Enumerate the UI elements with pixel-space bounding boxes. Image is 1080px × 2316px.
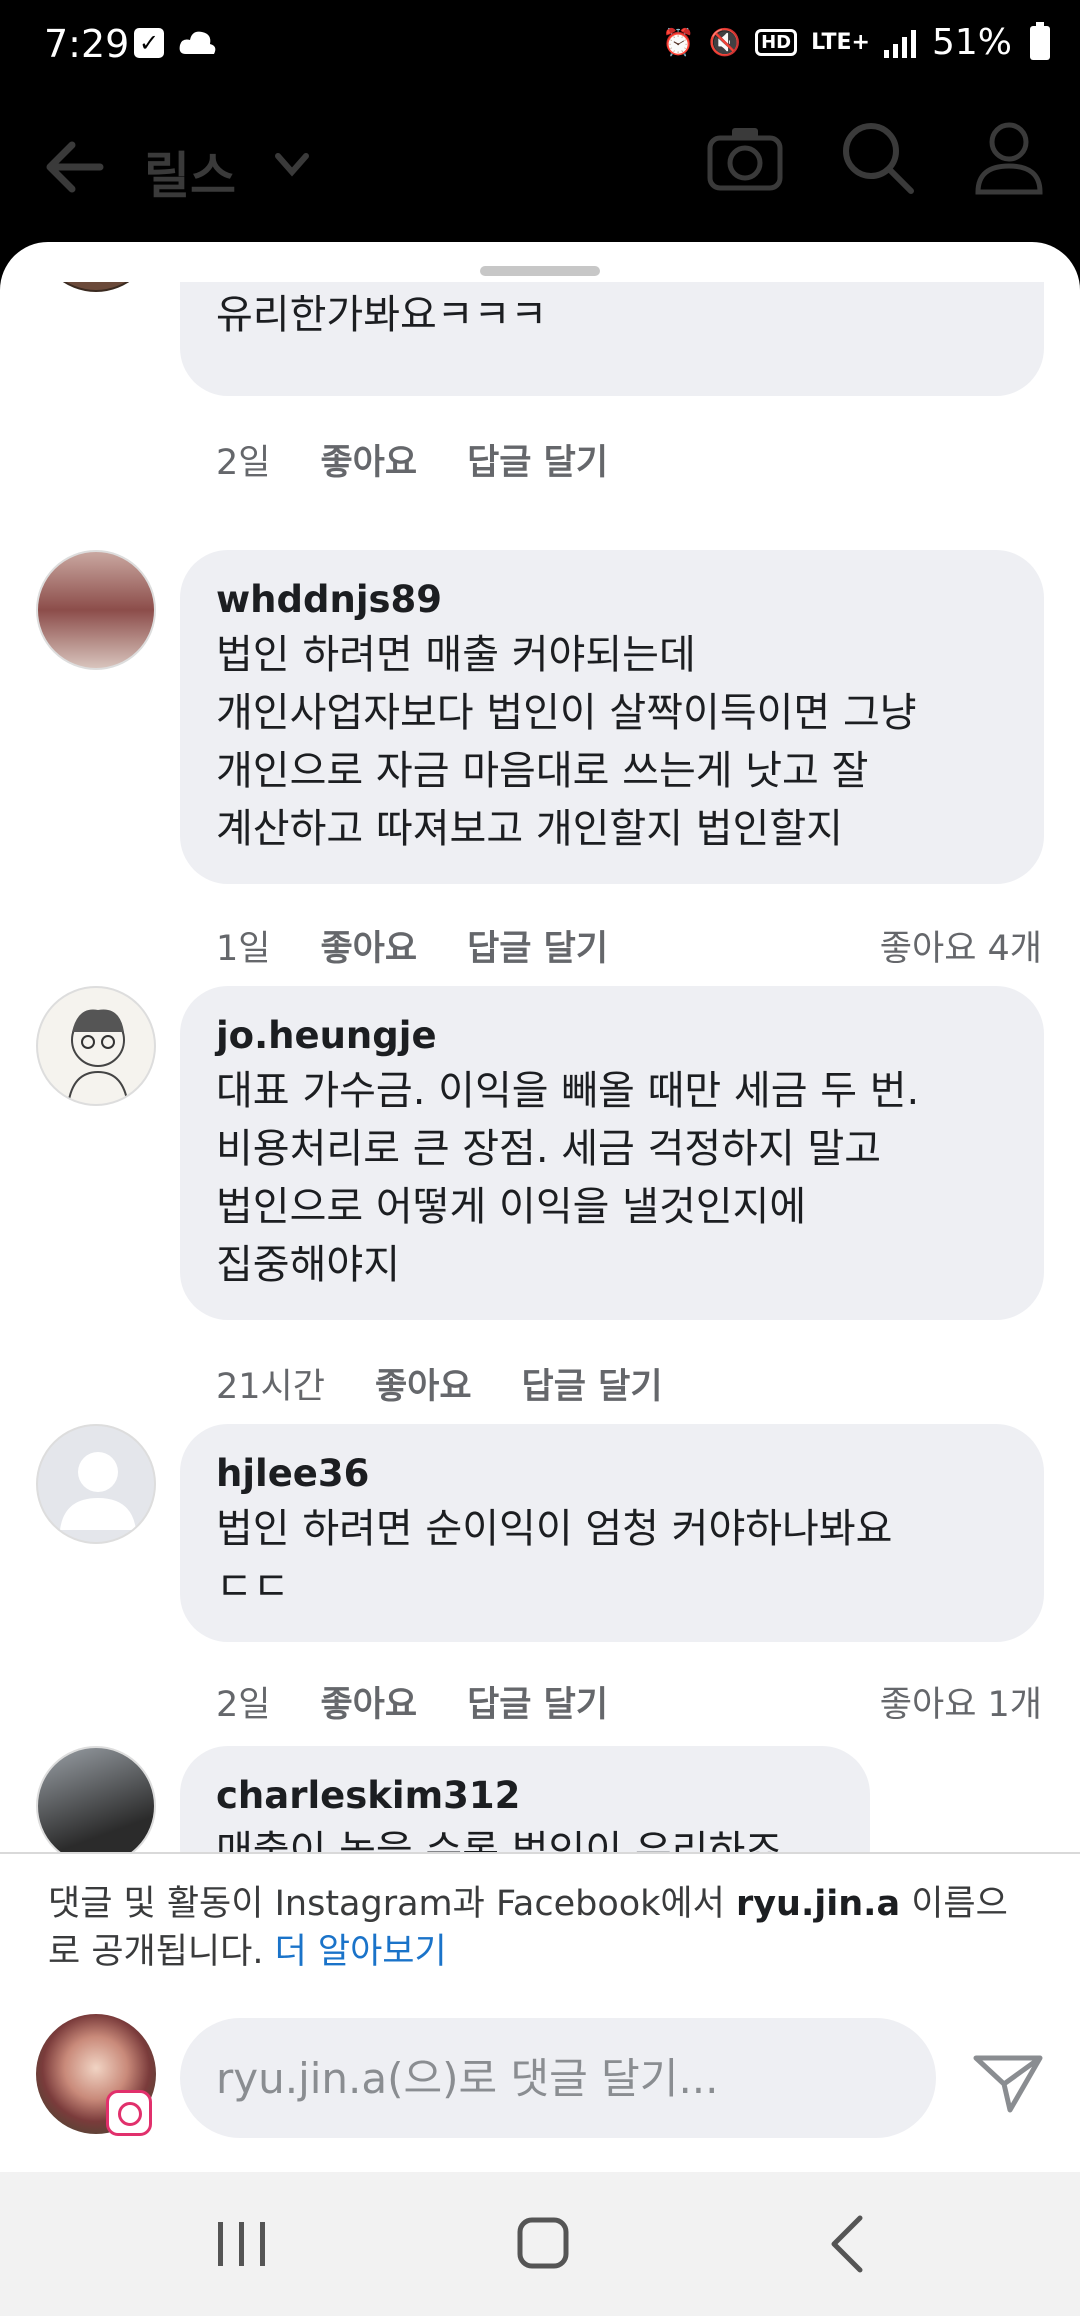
status-bar: 7:29 ✓ ⏰ 🔇 HD LTE+ 51% bbox=[0, 0, 1080, 96]
home-icon[interactable] bbox=[504, 2208, 584, 2280]
disclosure-username: ryu.jin.a bbox=[735, 1884, 901, 1924]
send-icon[interactable] bbox=[968, 2044, 1048, 2124]
comment-input[interactable] bbox=[180, 2018, 936, 2138]
reels-header: 릴스 bbox=[0, 96, 1080, 236]
comment-bubble: jo.heungje 대표 가수금. 이익을 빼올 때만 세금 두 번. 비용처… bbox=[180, 986, 1044, 1320]
checkbox-notification-icon: ✓ bbox=[134, 28, 164, 58]
default-avatar-icon bbox=[60, 1452, 136, 1530]
like-button[interactable]: 좋아요 bbox=[320, 920, 417, 971]
comment-bubble: whddnjs89 법인 하려면 매출 커야되는데 개인사업자보다 법인이 살짝… bbox=[180, 550, 1044, 884]
reply-button[interactable]: 답글 달기 bbox=[467, 920, 608, 971]
instagram-icon bbox=[106, 2090, 152, 2136]
comments-list[interactable]: @chicguy_ 1억이상은해야 법인이 유리한가봐요ㅋㅋㅋ 2일 좋아요 답… bbox=[0, 282, 1080, 1852]
avatar-drawing bbox=[67, 1009, 129, 1104]
comments-sheet: @chicguy_ 1억이상은해야 법인이 유리한가봐요ㅋㅋㅋ 2일 좋아요 답… bbox=[0, 242, 1080, 2172]
reply-button[interactable]: 답글 달기 bbox=[522, 1358, 663, 1409]
like-button[interactable]: 좋아요 bbox=[320, 1676, 417, 1727]
comment-username[interactable]: whddnjs89 bbox=[216, 574, 1008, 626]
sheet-drag-handle[interactable] bbox=[480, 266, 600, 276]
profile-icon[interactable] bbox=[974, 120, 1044, 196]
comment-bubble: @chicguy_ 1억이상은해야 법인이 유리한가봐요ㅋㅋㅋ bbox=[180, 282, 1044, 396]
like-count[interactable]: 좋아요 4개 bbox=[880, 920, 1042, 971]
hd-icon: HD bbox=[755, 29, 798, 56]
recents-icon[interactable] bbox=[202, 2208, 282, 2280]
weather-notification-icon bbox=[179, 31, 216, 54]
comment-time: 1일 bbox=[216, 929, 271, 969]
navigation-bar bbox=[0, 2172, 1080, 2316]
reply-button[interactable]: 답글 달기 bbox=[467, 1676, 608, 1727]
comment-username[interactable]: charleskim312 bbox=[216, 1770, 834, 1822]
search-icon[interactable] bbox=[840, 120, 916, 196]
like-button[interactable]: 좋아요 bbox=[375, 1358, 472, 1409]
like-button[interactable]: 좋아요 bbox=[320, 434, 417, 485]
learn-more-link[interactable]: 더 알아보기 bbox=[275, 1932, 447, 1972]
comment-time: 2일 bbox=[216, 1685, 271, 1725]
arrow-left-icon[interactable] bbox=[40, 132, 110, 202]
chevron-down-icon[interactable] bbox=[272, 144, 312, 184]
comment-bubble: hjlee36 법인 하려면 순이익이 엄청 커야하나봐요 ㄷㄷ bbox=[180, 1424, 1044, 1642]
like-count[interactable]: 좋아요 1개 bbox=[880, 1676, 1042, 1727]
comment-text: 법인 하려면 매출 커야되는데 개인사업자보다 법인이 살짝이득이면 그냥 개인… bbox=[216, 632, 917, 852]
header-title[interactable]: 릴스 bbox=[144, 136, 236, 208]
network-type: LTE+ bbox=[811, 30, 870, 55]
comment-username[interactable]: hjlee36 bbox=[216, 1448, 1008, 1500]
comment-text: 매출이 높을 수록 법인이 유리하죠 bbox=[216, 1828, 783, 1852]
avatar[interactable] bbox=[36, 1746, 156, 1852]
avatar[interactable] bbox=[36, 986, 156, 1106]
comment-text: 법인 하려면 순이익이 엄청 커야하나봐요 ㄷㄷ bbox=[216, 1506, 893, 1610]
battery-icon bbox=[1030, 21, 1050, 60]
status-time: 7:29 bbox=[44, 22, 130, 66]
nav-back-icon[interactable] bbox=[808, 2208, 888, 2280]
alarm-icon: ⏰ bbox=[662, 27, 695, 58]
signal-icon bbox=[883, 29, 916, 58]
avatar[interactable] bbox=[36, 550, 156, 670]
battery-percent: 51% bbox=[931, 22, 1012, 63]
comment-time: 21시간 bbox=[216, 1367, 325, 1407]
comment-text: 대표 가수금. 이익을 빼올 때만 세금 두 번. 비용처리로 큰 장점. 세금… bbox=[216, 1068, 920, 1288]
comment-bubble: charleskim312 매출이 높을 수록 법인이 유리하죠 bbox=[180, 1746, 870, 1852]
comment-username[interactable]: jo.heungje bbox=[216, 1010, 1008, 1062]
comment-time: 2일 bbox=[216, 443, 271, 483]
comment-text: @chicguy_ 1억이상은해야 법인이 유리한가봐요ㅋㅋㅋ bbox=[216, 292, 548, 338]
mute-icon: 🔇 bbox=[708, 27, 742, 58]
comment-composer: 댓글 및 활동이 Instagram과 Facebook에서 ryu.jin.a… bbox=[0, 1852, 1080, 2172]
privacy-disclosure: 댓글 및 활동이 Instagram과 Facebook에서 ryu.jin.a… bbox=[48, 1884, 1008, 1972]
avatar[interactable] bbox=[36, 282, 156, 292]
avatar[interactable] bbox=[36, 1424, 156, 1544]
reply-button[interactable]: 답글 달기 bbox=[467, 434, 608, 485]
camera-icon[interactable] bbox=[706, 124, 784, 194]
